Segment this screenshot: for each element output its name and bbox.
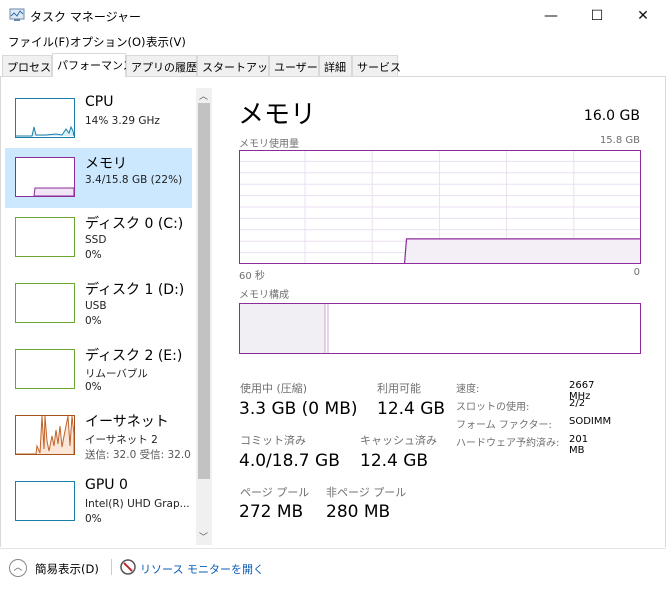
- tab-startup[interactable]: スタートアップ: [197, 55, 279, 76]
- tab-app-history[interactable]: アプリの履歴: [126, 55, 197, 76]
- sidebar-disk0-type: SSD: [85, 234, 107, 246]
- slots-value: 2/2: [569, 398, 586, 409]
- tab-details[interactable]: 詳細: [319, 55, 352, 76]
- footer: ︿ 簡易表示(D) リソース モニターを開く: [0, 548, 666, 593]
- memory-thumbnail: [15, 157, 75, 197]
- close-button[interactable]: ✕: [620, 0, 666, 31]
- chevron-up-icon[interactable]: ︿: [9, 559, 27, 577]
- sidebar-item-disk2[interactable]: ディスク 2 (E:) リムーバブル 0%: [5, 340, 192, 400]
- open-resource-monitor-link[interactable]: リソース モニターを開く: [140, 561, 264, 577]
- graph-time-end: 0: [633, 267, 640, 278]
- memory-usage-graph: [239, 150, 641, 264]
- sidebar-ethernet-throughput: 送信: 32.0 受信: 32.0: [85, 449, 191, 461]
- usage-area: [404, 238, 641, 264]
- paged-pool-label: ページ プール: [240, 486, 310, 499]
- sidebar-cpu-name: CPU: [85, 94, 114, 110]
- available-label: 利用可能: [377, 382, 421, 395]
- form-factor-value: SODIMM: [569, 416, 612, 427]
- sidebar-item-cpu[interactable]: CPU 14% 3.29 GHz: [5, 89, 192, 149]
- task-manager-icon: [9, 8, 25, 21]
- maximize-button[interactable]: ☐: [574, 0, 620, 31]
- tab-bar: プロセス パフォーマンス アプリの履歴 スタートアップ ユーザー 詳細 サービス: [0, 53, 666, 77]
- menu-file[interactable]: ファイル(F): [8, 34, 70, 50]
- total-memory: 16.0 GB: [583, 108, 640, 124]
- sidebar-item-disk0[interactable]: ディスク 0 (C:) SSD 0%: [5, 208, 192, 268]
- speed-label: 速度:: [456, 384, 480, 395]
- cpu-thumbnail: [15, 98, 75, 138]
- sidebar-disk2-type: リムーバブル: [85, 368, 148, 380]
- available-value: 12.4 GB: [377, 399, 446, 419]
- scroll-down-icon[interactable]: ﹀: [199, 530, 208, 543]
- sidebar-gpu-model: Intel(R) UHD Grap...: [85, 498, 190, 510]
- sidebar-item-ethernet[interactable]: イーサネット イーサネット 2 送信: 32.0 受信: 32.0: [5, 406, 192, 466]
- sidebar-disk0-name: ディスク 0 (C:): [85, 216, 184, 232]
- form-factor-label: フォーム ファクター:: [456, 420, 552, 431]
- page-title: メモリ: [238, 100, 317, 130]
- menu-bar: ファイル(F) オプション(O) 表示(V): [0, 31, 666, 51]
- sidebar-disk1-type: USB: [85, 300, 107, 312]
- hardware-reserved-value: 201 MB: [569, 434, 589, 456]
- sidebar-item-disk1[interactable]: ディスク 1 (D:) USB 0%: [5, 274, 192, 334]
- cached-label: キャッシュ済み: [360, 434, 437, 447]
- sidebar-disk2-usage: 0%: [85, 381, 102, 393]
- tab-services[interactable]: サービス: [352, 55, 401, 76]
- disk1-thumbnail: [15, 283, 75, 323]
- gpu-thumbnail: [15, 481, 75, 521]
- tab-users[interactable]: ユーザー: [269, 55, 319, 76]
- slots-label: スロットの使用:: [456, 402, 530, 413]
- resource-monitor-icon: [120, 559, 136, 575]
- sidebar-gpu-usage: 0%: [85, 513, 102, 525]
- memory-composition-bar: [239, 303, 641, 354]
- sidebar-disk1-name: ディスク 1 (D:): [85, 282, 185, 298]
- menu-view[interactable]: 表示(V): [146, 34, 186, 50]
- nonpaged-pool-label: 非ページ プール: [326, 486, 407, 499]
- sidebar-ethernet-name: イーサネット: [85, 414, 169, 430]
- paged-pool-value: 272 MB: [239, 502, 304, 522]
- sidebar-item-memory[interactable]: メモリ 3.4/15.8 GB (22%): [5, 148, 192, 208]
- cached-value: 12.4 GB: [360, 451, 429, 471]
- sidebar-item-gpu[interactable]: GPU 0 Intel(R) UHD Grap... 0%: [5, 472, 192, 532]
- sidebar-memory-stats: 3.4/15.8 GB (22%): [85, 174, 183, 186]
- ethernet-thumbnail: [15, 415, 75, 455]
- disk2-thumbnail: [15, 349, 75, 389]
- composition-in-use: [239, 303, 326, 354]
- sidebar-disk1-usage: 0%: [85, 315, 102, 327]
- scrollbar-thumb[interactable]: [198, 103, 210, 479]
- divider: [111, 559, 112, 575]
- committed-label: コミット済み: [240, 434, 306, 447]
- scroll-up-icon[interactable]: ︿: [199, 89, 208, 102]
- details-list: 速度: 2667 MHz スロットの使用: 2/2 フォーム ファクター: SODIM…: [456, 380, 611, 456]
- in-use-value: 3.3 GB (0 MB): [239, 399, 358, 419]
- tab-processes[interactable]: プロセス: [2, 55, 52, 76]
- sidebar-ethernet-adapter: イーサネット 2: [85, 434, 158, 446]
- usage-graph-max: 15.8 GB: [599, 135, 640, 146]
- graph-time-start: 60 秒: [239, 271, 265, 282]
- sidebar-memory-name: メモリ: [85, 156, 127, 172]
- hardware-reserved-label: ハードウェア予約済み:: [456, 438, 560, 449]
- nonpaged-pool-value: 280 MB: [326, 502, 391, 522]
- sidebar-disk2-name: ディスク 2 (E:): [85, 348, 183, 364]
- menu-options[interactable]: オプション(O): [70, 34, 146, 50]
- in-use-label: 使用中 (圧縮): [240, 382, 308, 395]
- sidebar-cpu-stats: 14% 3.29 GHz: [85, 115, 160, 127]
- minimize-button[interactable]: —: [528, 0, 574, 31]
- committed-value: 4.0/18.7 GB: [239, 451, 340, 471]
- window-title: タスク マネージャー: [30, 10, 141, 24]
- tab-performance[interactable]: パフォーマンス: [52, 53, 134, 77]
- disk0-thumbnail: [15, 217, 75, 257]
- title-bar: タスク マネージャー — ☐ ✕: [0, 0, 666, 31]
- sidebar-disk0-usage: 0%: [85, 249, 102, 261]
- fewer-details-button[interactable]: 簡易表示(D): [35, 561, 99, 577]
- usage-graph-label: メモリ使用量: [239, 139, 299, 150]
- sidebar-gpu-name: GPU 0: [85, 477, 128, 493]
- composition-label: メモリ構成: [239, 290, 289, 301]
